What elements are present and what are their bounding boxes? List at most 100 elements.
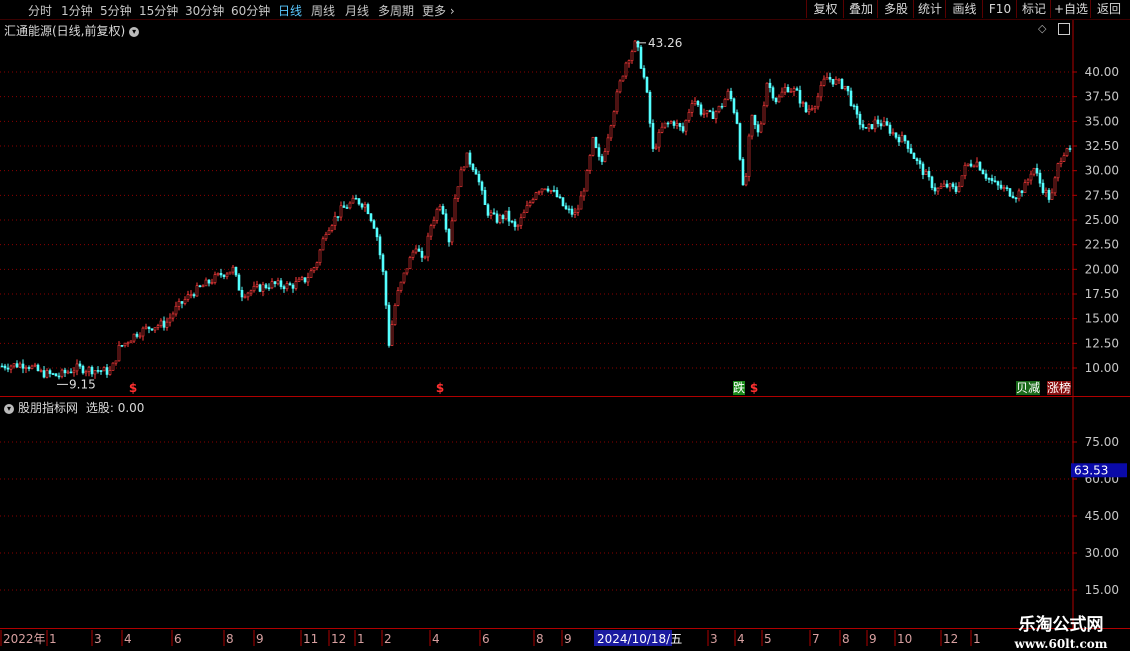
stock-chart[interactable]: 10.00 12.50 15.00 17.50 20.00 22.50 25.00 27.50… (0, 0, 1130, 650)
candle-body (1014, 197, 1018, 200)
candle-body (552, 190, 556, 192)
candle-body (180, 301, 184, 304)
price-tick-label: 22.50 (1085, 238, 1119, 252)
candle-body (450, 220, 454, 243)
candle-body (486, 204, 490, 216)
candle-body (615, 91, 619, 113)
price-tick-label: 10.00 (1085, 361, 1119, 375)
candle-body (783, 87, 787, 93)
candle-body (636, 40, 640, 48)
candle-body (597, 147, 601, 157)
candle-body (327, 230, 331, 235)
date-label: 1 (49, 632, 57, 646)
candle-body (798, 90, 802, 104)
candle-body (54, 373, 58, 377)
low-price-label: 9.15 (69, 377, 96, 391)
candle-body (1023, 182, 1027, 193)
candle-body (813, 106, 817, 110)
candle-body (369, 213, 373, 221)
candle-body (945, 183, 949, 188)
candle-body (510, 220, 514, 223)
candle-body (84, 371, 88, 374)
candle-body (1041, 182, 1045, 194)
candle-body (525, 205, 529, 213)
candle-body (252, 285, 256, 292)
candle-body (21, 363, 25, 369)
candle-body (540, 188, 544, 193)
candle-body (291, 284, 295, 289)
candle-body (24, 367, 28, 369)
candle-body (666, 122, 670, 125)
signal-dollar: $ (129, 381, 137, 395)
price-tick-label: 32.50 (1085, 139, 1119, 153)
candle-body (393, 305, 397, 325)
candle-body (177, 301, 181, 307)
date-label: 4 (737, 632, 745, 646)
candle-body (150, 328, 154, 331)
candle-body (693, 100, 697, 104)
candle-body (516, 225, 520, 227)
candle-body (1020, 190, 1024, 193)
candle-body (1062, 155, 1066, 162)
signal-tags: $ $ 跌 $ 贝减 涨榜 (129, 380, 1071, 395)
candle-body (51, 373, 55, 375)
candle-body (933, 187, 937, 192)
candle-body (246, 292, 250, 298)
candle-body (396, 290, 400, 306)
candle-body (489, 212, 493, 216)
candle-body (723, 98, 727, 107)
candle-body (906, 140, 910, 149)
indicator-axis: 15.0030.0045.0060.0075.0063.53 (1071, 435, 1127, 597)
date-label: 5 (764, 632, 772, 646)
candle-body (195, 285, 199, 297)
candle-body (78, 363, 82, 367)
candle-body (381, 254, 385, 272)
candle-body (12, 363, 16, 367)
candle-body (633, 40, 637, 52)
candle-body (570, 208, 574, 215)
candle-body (927, 171, 931, 178)
candle-body (984, 173, 988, 179)
candle-body (996, 181, 1000, 186)
candle-body (957, 185, 961, 192)
indicator-tick-label: 45.00 (1085, 509, 1119, 523)
candle-body (276, 280, 280, 285)
candle-body (795, 88, 799, 91)
candle-body (651, 123, 655, 149)
candle-body (27, 367, 31, 369)
candle-body (354, 197, 358, 200)
date-label: 9 (869, 632, 877, 646)
date-label: 4 (432, 632, 440, 646)
candle-body (57, 375, 61, 378)
candle-body (885, 121, 889, 126)
candle-body (438, 206, 442, 210)
candle-body (897, 137, 901, 143)
watermark-url: www.60lt.com (1014, 637, 1108, 651)
candle-body (414, 248, 418, 253)
candle-body (228, 271, 232, 275)
candle-body (660, 126, 664, 133)
candle-body (600, 156, 604, 162)
candle-body (465, 152, 469, 168)
candle-body (855, 105, 859, 115)
candle-body (81, 365, 85, 374)
date-label: 6 (174, 632, 182, 646)
candle-body (249, 290, 253, 294)
candle-body (951, 183, 955, 187)
candle-body (399, 281, 403, 291)
candle-body (123, 342, 127, 347)
date-label: 11 (303, 632, 318, 646)
candle-body (747, 135, 751, 177)
candle-body (483, 190, 487, 206)
candle-body (981, 169, 985, 175)
candle-body (864, 127, 868, 129)
candle-body (63, 369, 67, 374)
candle-body (153, 327, 157, 331)
indicator-grid (0, 441, 1073, 591)
price-tick-label: 27.50 (1085, 188, 1119, 202)
candle-body (171, 313, 175, 319)
candle-body (645, 76, 649, 93)
candle-body (612, 111, 616, 127)
candle-body (744, 176, 748, 186)
candle-body (60, 369, 64, 377)
